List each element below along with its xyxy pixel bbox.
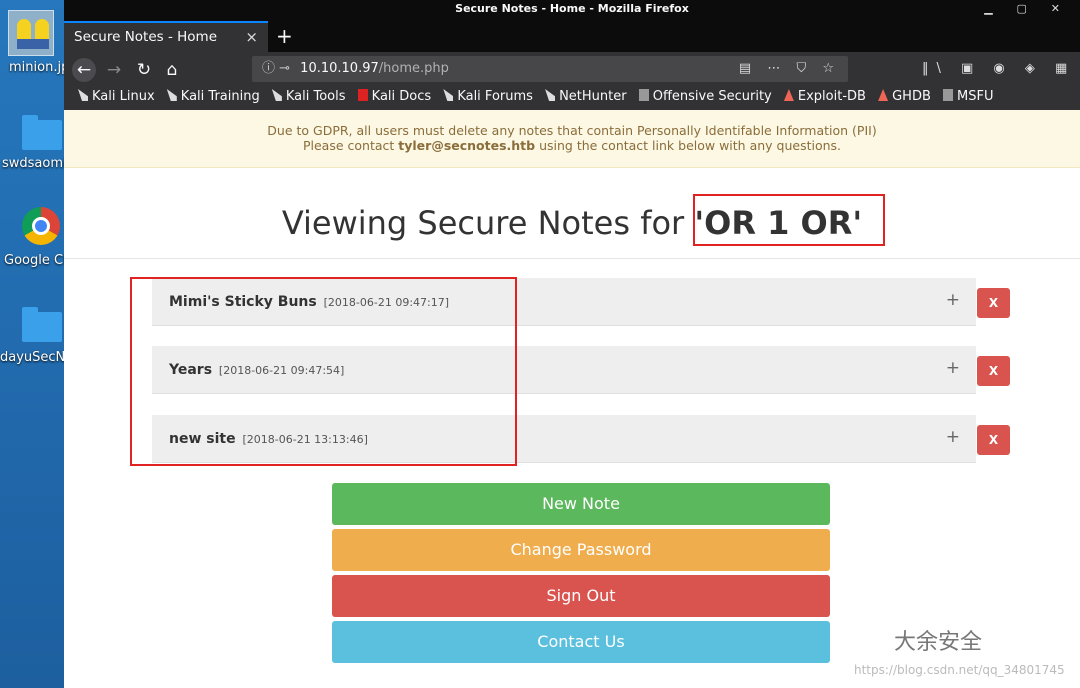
expand-note-icon[interactable]: + [946, 358, 960, 378]
folder-icon [22, 307, 62, 342]
kali-dragon-icon [166, 89, 177, 101]
bookmark-label: Kali Training [180, 89, 260, 104]
minion-image-icon [8, 10, 54, 56]
expand-note-icon[interactable]: + [946, 290, 960, 310]
firefox-window: Secure Notes - Home - Mozilla Firefox ▁ … [64, 0, 1080, 688]
navigation-toolbar: ← → ↻ ⌂ ⓘ ⊸ 10.10.10.97/home.php ▤ ⋯ ⛉ ☆… [64, 52, 1080, 86]
tab-title: Secure Notes - Home [74, 29, 218, 45]
kali-docs-icon [357, 89, 368, 101]
desktop-icon-label: dayuSecN [0, 350, 64, 365]
gdpr-line-1: Due to GDPR, all users must delete any n… [267, 123, 877, 138]
tab-strip: Secure Notes - Home × + [64, 18, 1080, 52]
folder-icon [22, 115, 62, 150]
bookmark-label: GHDB [892, 89, 931, 104]
bookmark-label: Exploit-DB [797, 89, 866, 104]
kali-dragon-icon [271, 89, 282, 101]
url-host: 10.10.10.97 [300, 61, 379, 76]
tab-secure-notes-home[interactable]: Secure Notes - Home × [64, 21, 268, 52]
bookmark-offensive-security[interactable]: Offensive Security [638, 86, 772, 108]
gdpr-alert: Due to GDPR, all users must delete any n… [64, 110, 1080, 168]
bookmark-ghdb[interactable]: GHDB [878, 86, 931, 108]
delete-note-button[interactable]: X [977, 356, 1010, 386]
url-action-icons[interactable]: ▤ ⋯ ⛉ ☆ [739, 56, 840, 82]
bookmark-label: MSFU [957, 89, 994, 104]
gdpr-text: using the contact link below with any qu… [535, 138, 842, 153]
bookmark-msfu[interactable]: MSFU [943, 86, 993, 108]
gdpr-text: Please contact [302, 138, 399, 153]
desktop-icon-label: swdsaomi [2, 156, 64, 171]
url-path: /home.php [378, 61, 449, 76]
bookmark-exploit-db[interactable]: Exploit-DB [783, 86, 866, 108]
desktop: minion.jp swdsaomi Google Ch dayuSecN [0, 0, 64, 688]
delete-note-button[interactable]: X [977, 288, 1010, 318]
contact-us-button[interactable]: Contact Us [332, 621, 830, 663]
window-controls[interactable]: ▁ ▢ ✕ [984, 0, 1070, 18]
window-title: Secure Notes - Home - Mozilla Firefox [455, 2, 689, 15]
kali-dragon-icon [78, 89, 88, 101]
back-arrow-icon[interactable]: ← [72, 58, 96, 82]
bookmark-kali-forums[interactable]: Kali Forums [443, 86, 533, 108]
bookmark-kali-docs[interactable]: Kali Docs [357, 86, 432, 108]
sign-out-button[interactable]: Sign Out [332, 575, 830, 617]
close-tab-icon[interactable]: × [245, 23, 258, 51]
offsec-icon [638, 89, 649, 101]
desktop-icon-dayusecn[interactable]: dayuSecN [0, 300, 64, 370]
bookmark-kali-training[interactable]: Kali Training [166, 86, 260, 108]
msfu-icon [943, 89, 954, 101]
bookmark-label: Kali Tools [285, 89, 346, 104]
bookmark-kali-tools[interactable]: Kali Tools [271, 86, 346, 108]
kali-dragon-icon [443, 89, 454, 101]
toolbar-extension-icons[interactable]: ‖\ ▣ ◉ ◈ ▦ [922, 61, 1075, 76]
change-password-button[interactable]: Change Password [332, 529, 830, 571]
url-bar[interactable]: ⓘ ⊸ 10.10.10.97/home.php ▤ ⋯ ⛉ ☆ [252, 56, 848, 82]
exploitdb-icon [783, 89, 794, 101]
expand-note-icon[interactable]: + [946, 427, 960, 447]
contact-email: tyler@secnotes.htb [398, 138, 536, 153]
ghdb-icon [878, 89, 889, 101]
window-titlebar: Secure Notes - Home - Mozilla Firefox ▁ … [64, 0, 1080, 18]
desktop-icon-label: minion.jp [9, 60, 64, 75]
annotation-box-username [693, 194, 885, 246]
forward-arrow-icon[interactable]: → [102, 58, 126, 82]
page-title: Viewing Secure Notes for 'OR 1 OR' [64, 198, 1080, 248]
desktop-icon-label: Google Ch [4, 253, 64, 268]
page-content: Due to GDPR, all users must delete any n… [64, 110, 1080, 688]
home-icon[interactable]: ⌂ [160, 58, 184, 82]
nethunter-icon [545, 89, 556, 101]
bookmark-label: Offensive Security [652, 89, 772, 104]
bookmark-label: Kali Linux [92, 89, 155, 104]
bookmark-kali-linux[interactable]: Kali Linux [78, 86, 155, 108]
annotation-box-notes [130, 277, 517, 466]
desktop-icon-google-chrome[interactable]: Google Ch [0, 205, 64, 275]
bookmark-label: NetHunter [559, 89, 627, 104]
bookmark-label: Kali Forums [457, 89, 533, 104]
site-info-icon[interactable]: ⓘ ⊸ [262, 61, 290, 76]
delete-note-button[interactable]: X [977, 425, 1010, 455]
bookmarks-toolbar: Kali Linux Kali Training Kali Tools Kali… [64, 86, 1080, 110]
watermark-url: https://blog.csdn.net/qq_34801745 [854, 663, 1065, 677]
gdpr-line-2: Please contact tyler@secnotes.htb using … [64, 138, 1080, 153]
new-tab-icon[interactable]: + [276, 24, 293, 48]
watermark-brand: 大余安全 [894, 630, 983, 655]
divider [64, 258, 1080, 259]
chrome-icon [22, 207, 60, 245]
desktop-icon-minion[interactable]: minion.jp [0, 8, 64, 78]
page-title-prefix: Viewing Secure Notes for [281, 204, 695, 242]
reload-icon[interactable]: ↻ [132, 58, 156, 82]
bookmark-nethunter[interactable]: NetHunter [545, 86, 627, 108]
new-note-button[interactable]: New Note [332, 483, 830, 525]
desktop-icon-swdsaomi[interactable]: swdsaomi [0, 110, 64, 180]
bookmark-label: Kali Docs [371, 89, 432, 104]
